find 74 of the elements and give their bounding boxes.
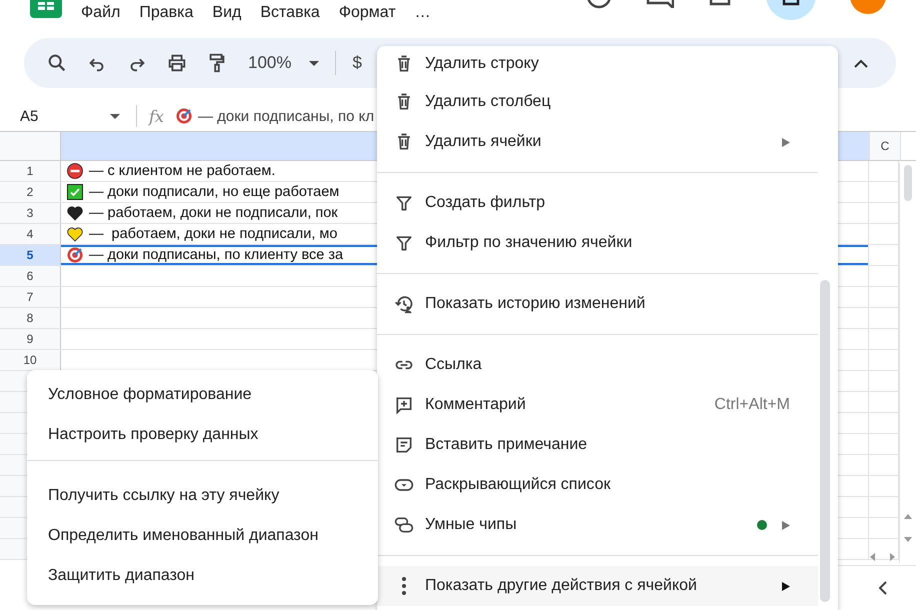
cell-text: — доки подписаны, по клиенту все за: [89, 247, 344, 263]
search-icon[interactable]: [46, 52, 68, 74]
caret-icon[interactable]: [309, 60, 320, 66]
present-icon[interactable]: [708, 0, 732, 6]
menu-item[interactable]: Ссылка: [377, 345, 818, 385]
scroll-down-icon[interactable]: [904, 537, 912, 542]
menu-bar-item[interactable]: Правка: [139, 4, 194, 22]
shortcut-label: Ctrl+Alt+M: [714, 396, 790, 414]
menu-item[interactable]: Удалить столбец: [377, 82, 818, 122]
note-icon: [394, 435, 414, 455]
menu-bar-item[interactable]: …: [414, 4, 431, 22]
fx-label: fx: [149, 106, 164, 126]
menu-item[interactable]: Настроить проверку данных: [27, 415, 378, 455]
history-icon: [394, 294, 414, 314]
cell-text: — работаем, доки не подписали, пок: [89, 205, 338, 221]
menu-item[interactable]: Фильтр по значению ячейки: [377, 223, 818, 263]
menu-item[interactable]: Показать историю изменений: [377, 284, 818, 324]
target-icon: [176, 108, 192, 124]
avatar[interactable]: [850, 0, 886, 14]
menu-bar-item[interactable]: Файл: [81, 4, 120, 22]
menu-bar-item[interactable]: Вставка: [260, 4, 320, 22]
menu-bar-item[interactable]: Вид: [212, 4, 242, 22]
sheets-logo[interactable]: [30, 0, 62, 18]
collapse-panel-icon[interactable]: [879, 581, 887, 595]
row-header[interactable]: 8: [0, 308, 61, 328]
cell-text: — с клиентом не работаем.: [89, 163, 276, 179]
column-header[interactable]: C: [870, 132, 901, 160]
row-header[interactable]: 7: [0, 287, 61, 307]
menu-item[interactable]: Удалить ячейки: [377, 122, 818, 162]
target-icon: [67, 247, 83, 263]
scrollbar-thumb[interactable]: [820, 280, 830, 602]
menu-item[interactable]: Получить ссылку на эту ячейку: [27, 476, 378, 516]
menu-item[interactable]: Защитить диапазон: [27, 556, 378, 596]
zoom-select[interactable]: 100%: [248, 53, 292, 73]
row-header[interactable]: 4: [0, 224, 61, 244]
menu-item[interactable]: Показать другие действия с ячейкой: [377, 566, 818, 606]
no-entry-icon: [67, 163, 83, 179]
row-header[interactable]: 3: [0, 203, 61, 223]
row-header[interactable]: 5: [0, 245, 61, 265]
heart-icon: [67, 205, 83, 221]
caret-icon[interactable]: [110, 114, 120, 118]
comment-icon[interactable]: [646, 0, 674, 8]
row-header[interactable]: 2: [0, 182, 61, 202]
more-icon: [402, 577, 406, 595]
cell-text: — доки подписали, но еще работаем: [89, 184, 340, 200]
row-header[interactable]: 6: [0, 266, 61, 286]
menu-item[interactable]: Комментарий Ctrl+Alt+M: [377, 385, 818, 425]
row-header[interactable]: 1: [0, 161, 61, 181]
check-icon: [67, 184, 83, 200]
formula-value[interactable]: — доки подписаны, по кл: [198, 108, 374, 124]
chevron-up-icon[interactable]: [854, 58, 868, 68]
name-box[interactable]: A5: [20, 108, 102, 124]
history-icon[interactable]: [586, 0, 612, 10]
menu-item[interactable]: Условное форматирование: [27, 375, 378, 415]
scroll-up-icon[interactable]: [904, 514, 912, 519]
row-header[interactable]: 9: [0, 329, 61, 349]
menu-item[interactable]: Создать фильтр: [377, 183, 818, 223]
menu-item[interactable]: Раскрывающийся список: [377, 465, 818, 505]
row-header[interactable]: 10: [0, 350, 61, 370]
currency-button[interactable]: $: [352, 53, 362, 73]
scroll-left-icon[interactable]: [870, 553, 875, 561]
comment-icon: [394, 395, 414, 415]
menu-item[interactable]: Умные чипы: [377, 505, 818, 545]
menu-item[interactable]: Удалить строку: [377, 46, 818, 82]
menu-item[interactable]: Определить именованный диапазон: [27, 516, 378, 556]
share-button[interactable]: [766, 0, 816, 20]
print-icon[interactable]: [166, 52, 188, 74]
chips-icon: [394, 515, 414, 535]
scrollbar-thumb[interactable]: [904, 165, 912, 201]
cell-text: — работаем, доки не подписали, мо: [89, 226, 338, 242]
menu-bar-item[interactable]: Формат: [338, 4, 396, 22]
menu-item[interactable]: Вставить примечание: [377, 425, 818, 465]
heart-icon: [67, 226, 83, 242]
scroll-right-icon[interactable]: [890, 553, 895, 561]
